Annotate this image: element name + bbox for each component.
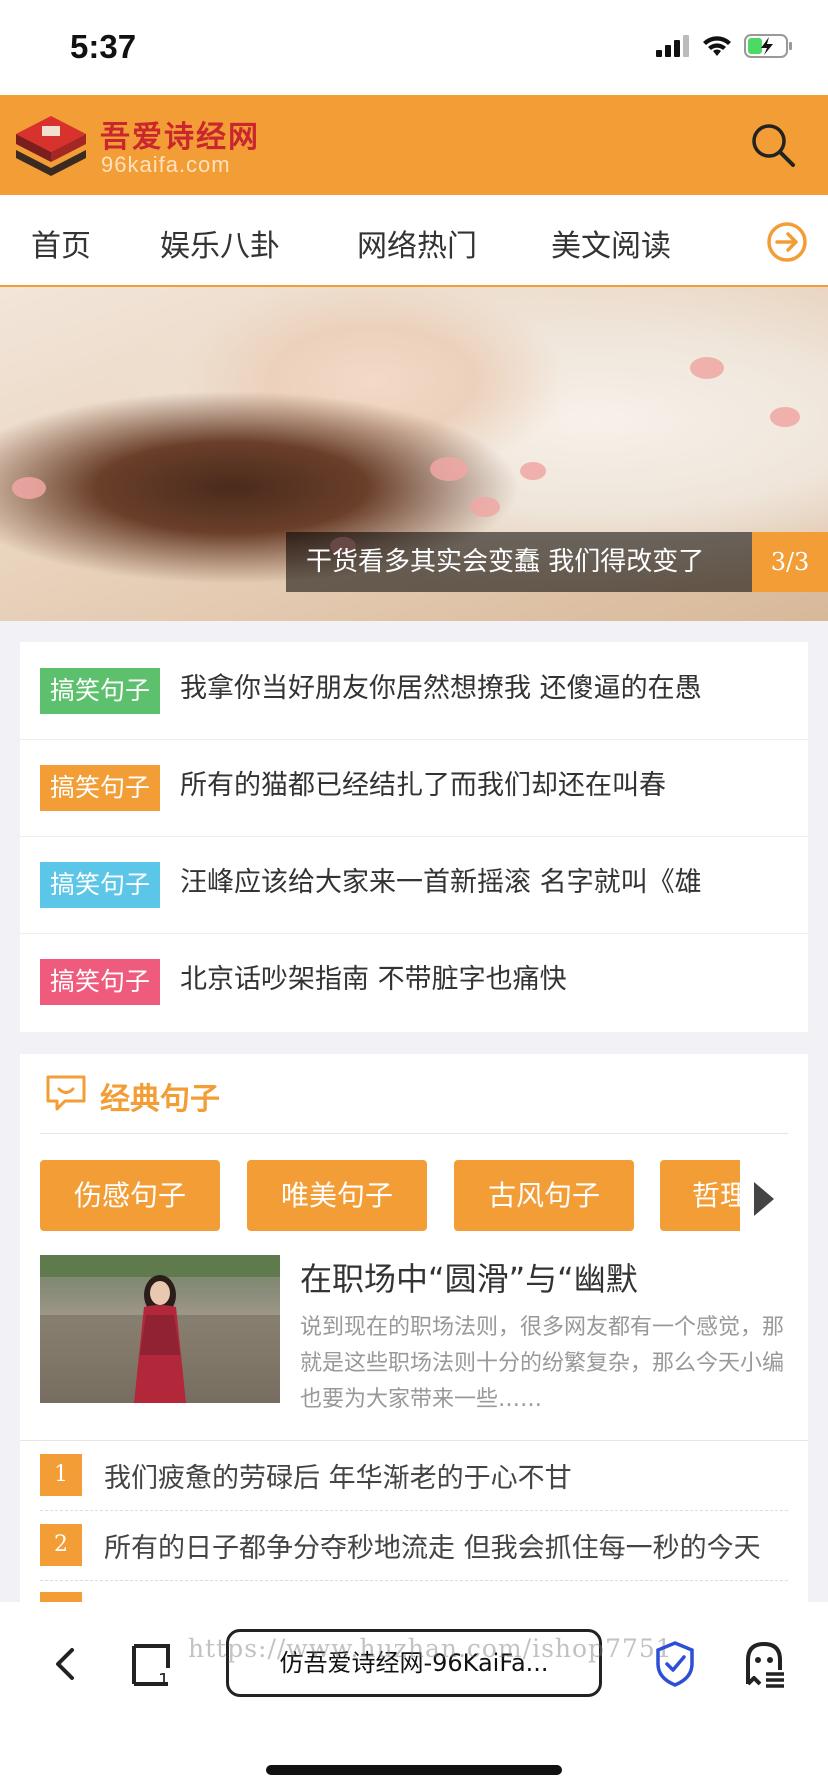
category-button[interactable]: 唯美句子 (247, 1160, 427, 1231)
ghost-menu-icon[interactable] (742, 1640, 786, 1688)
ranked-item[interactable]: 2 所有的日子都争分夺秒地流走 但我会抓住每一秒的今天 (40, 1510, 788, 1581)
home-indicator[interactable] (266, 1765, 562, 1775)
feature-thumbnail[interactable] (40, 1255, 280, 1403)
news-tag: 搞笑句子 (40, 765, 160, 811)
news-list: 搞笑句子 我拿你当好朋友你居然想撩我 还傻逼的在愚 搞笑句子 所有的猫都已经结扎… (20, 642, 808, 1032)
nav-item-articles[interactable]: 美文阅读 (551, 221, 671, 265)
banner-counter: 3/3 (752, 532, 828, 592)
chat-bubble-icon (46, 1075, 86, 1111)
rank-title[interactable]: 我们疲惫的劳碌后 年华渐老的于心不甘 (104, 1456, 572, 1495)
news-title[interactable]: 我拿你当好朋友你居然想撩我 还傻逼的在愚 (180, 666, 800, 705)
back-icon[interactable] (48, 1644, 82, 1684)
rank-number-partial (40, 1592, 82, 1602)
news-tag: 搞笑句子 (40, 959, 160, 1005)
rank-number: 2 (40, 1524, 82, 1566)
status-bar: 5:37 (0, 0, 828, 95)
news-title[interactable]: 北京话吵架指南 不带脏字也痛快 (180, 957, 800, 996)
svg-text:1: 1 (158, 1670, 169, 1688)
signal-icon (656, 35, 689, 57)
news-item[interactable]: 搞笑句子 所有的猫都已经结扎了而我们却还在叫春 (20, 739, 808, 837)
news-item[interactable]: 搞笑句子 汪峰应该给大家来一首新摇滚 名字就叫《雄 (20, 836, 808, 934)
news-tag: 搞笑句子 (40, 862, 160, 908)
ranked-item[interactable]: 1 我们疲惫的劳碌后 年华渐老的于心不甘 (40, 1440, 788, 1511)
nav-item-trending[interactable]: 网络热门 (357, 221, 477, 265)
category-button[interactable]: 哲理 (660, 1160, 740, 1231)
arrow-right-circle-icon[interactable] (766, 221, 808, 263)
shield-check-icon[interactable] (654, 1640, 696, 1688)
news-item[interactable]: 搞笑句子 北京话吵架指南 不带脏字也痛快 (20, 933, 808, 1030)
nav-item-entertainment[interactable]: 娱乐八卦 (160, 221, 280, 265)
nav-item-home[interactable]: 首页 (31, 221, 91, 265)
battery-charging-icon (744, 34, 792, 58)
category-button-partial[interactable]: 哲理 (660, 1160, 740, 1231)
news-item[interactable]: 搞笑句子 我拿你当好朋友你居然想撩我 还傻逼的在愚 (20, 642, 808, 740)
news-title[interactable]: 所有的猫都已经结扎了而我们却还在叫春 (180, 763, 800, 802)
feature-title[interactable]: 在职场中“圆滑”与“幽默 (300, 1254, 638, 1300)
tabs-icon[interactable]: 1 (130, 1642, 176, 1688)
news-tag: 搞笑句子 (40, 668, 160, 714)
rank-number: 1 (40, 1454, 82, 1496)
wifi-icon (703, 36, 731, 56)
scroll-right-icon[interactable] (752, 1180, 776, 1218)
category-nav: 首页 娱乐八卦 网络热门 美文阅读 (0, 195, 828, 287)
rank-title[interactable]: 所有的日子都争分夺秒地流走 但我会抓住每一秒的今天 (104, 1526, 761, 1565)
banner-caption[interactable]: 干货看多其实会变蠢 我们得改变了 (286, 532, 752, 592)
news-title[interactable]: 汪峰应该给大家来一首新摇滚 名字就叫《雄 (180, 860, 800, 899)
category-button[interactable]: 伤感句子 (40, 1160, 220, 1231)
category-button[interactable]: 古风句子 (454, 1160, 634, 1231)
site-domain: 96kaifa.com (101, 152, 231, 177)
feature-photo (40, 1255, 280, 1403)
status-time: 5:37 (70, 28, 137, 65)
status-icons (656, 34, 794, 58)
search-icon[interactable] (748, 120, 798, 170)
watermark: https://www.huzhan.com/ishop7751 (188, 1634, 673, 1663)
feature-description: 说到现在的职场法则，很多网友都有一个感觉，那就是这些职场法则十分的纷繁复杂，那么… (300, 1315, 785, 1412)
site-name[interactable]: 吾爱诗经网 (100, 112, 260, 156)
section-title[interactable]: 经典句子 (100, 1074, 220, 1118)
site-logo-icon[interactable] (12, 112, 90, 182)
section-divider (40, 1133, 788, 1134)
